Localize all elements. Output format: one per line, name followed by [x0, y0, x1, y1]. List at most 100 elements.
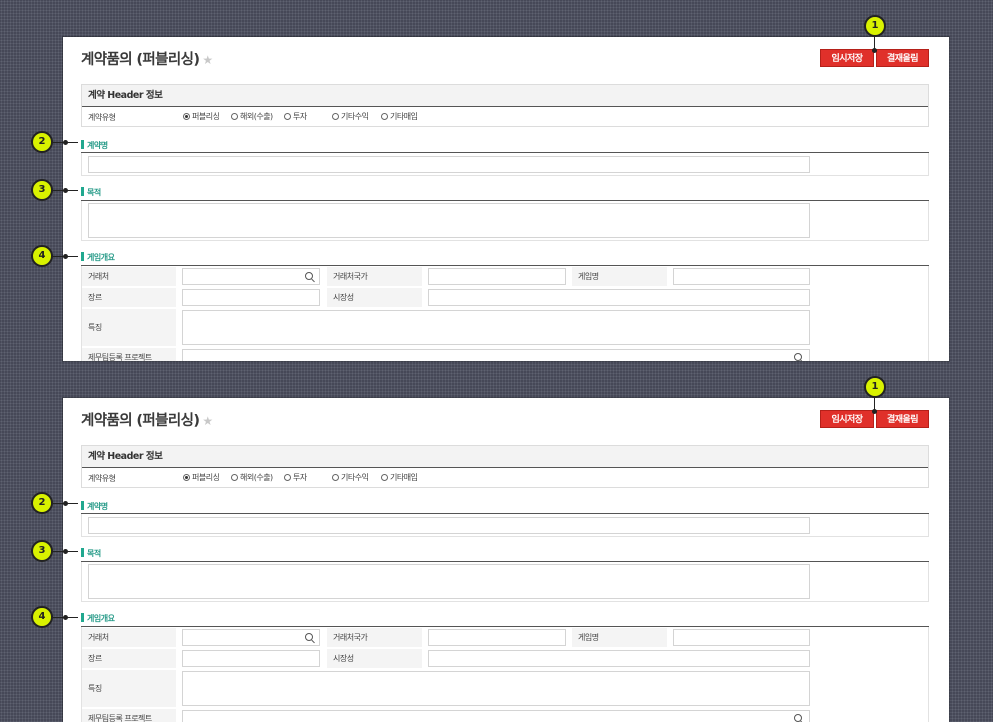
- search-icon[interactable]: [305, 272, 313, 280]
- annotation-badge-3: 3: [31, 179, 53, 201]
- radio-investment[interactable]: 투자: [284, 111, 307, 122]
- annotation-badge-4: 4: [31, 606, 53, 628]
- contract-type-label: 계약유형: [88, 474, 116, 483]
- radio-dot-icon: [231, 113, 238, 120]
- purpose-section-title: 목적: [81, 187, 101, 198]
- marketability-input[interactable]: [428, 650, 810, 667]
- game-name-label: 게임명: [572, 267, 667, 286]
- client-country-label: 거래처국가: [327, 267, 422, 286]
- features-label: 특징: [82, 670, 176, 707]
- client-input[interactable]: [182, 268, 320, 285]
- radio-overseas[interactable]: 해외(수출): [231, 472, 273, 483]
- search-icon[interactable]: [794, 714, 802, 722]
- purpose-section-title: 목적: [81, 548, 101, 559]
- temp-save-button[interactable]: 임시저장: [820, 49, 874, 67]
- contract-form-panel-2: 계약품의 (퍼블리싱) ★ 임시저장 결재올림 계약 Header 정보 계약유형…: [63, 398, 949, 722]
- radio-dot-icon: [381, 113, 388, 120]
- section-bar-icon: [81, 140, 84, 149]
- badge-connector-end: [63, 254, 68, 259]
- badge-connector-end: [63, 549, 68, 554]
- client-input[interactable]: [182, 629, 320, 646]
- search-icon[interactable]: [794, 353, 802, 361]
- radio-overseas[interactable]: 해외(수출): [231, 111, 273, 122]
- contract-name-input[interactable]: [88, 156, 810, 173]
- section-bar-icon: [81, 548, 84, 557]
- contract-form-panel-1: 계약품의 (퍼블리싱) ★ 임시저장 결재올림 계약 Header 정보 계약유형…: [63, 37, 949, 361]
- section-bar-icon: [81, 187, 84, 196]
- contract-name-section-title: 계약명: [81, 501, 108, 512]
- game-overview-section-title: 게임개요: [81, 252, 115, 263]
- features-label: 특징: [82, 309, 176, 346]
- genre-label: 장르: [82, 649, 176, 668]
- radio-other-income[interactable]: 기타수익: [332, 472, 369, 483]
- header-section-title: 계약 Header 정보: [82, 446, 928, 468]
- game-name-input[interactable]: [673, 629, 810, 646]
- radio-dot-icon: [231, 474, 238, 481]
- marketability-label: 시장성: [327, 649, 422, 668]
- annotation-badge-1: 1: [864, 15, 886, 37]
- annotation-badge-1: 1: [864, 376, 886, 398]
- genre-input[interactable]: [182, 650, 320, 667]
- purpose-textarea[interactable]: [88, 203, 810, 238]
- project-label: 제무팀등록 프로젝트: [82, 348, 176, 361]
- annotation-badge-2: 2: [31, 131, 53, 153]
- radio-other-purchase[interactable]: 기타매입: [381, 472, 418, 483]
- section-bar-icon: [81, 613, 84, 622]
- radio-dot-icon: [381, 474, 388, 481]
- radio-dot-icon: [332, 113, 339, 120]
- game-name-label: 게임명: [572, 628, 667, 647]
- annotation-badge-2: 2: [31, 492, 53, 514]
- approve-button[interactable]: 결재올림: [876, 410, 929, 428]
- contract-header-box: 계약 Header 정보 계약유형 퍼블리싱 해외(수출) 투자 기타수익 기타…: [81, 445, 929, 488]
- approve-button[interactable]: 결재올림: [876, 49, 929, 67]
- radio-other-income[interactable]: 기타수익: [332, 111, 369, 122]
- page-title: 계약품의 (퍼블리싱) ★: [81, 413, 213, 429]
- contract-header-box: 계약 Header 정보 계약유형 퍼블리싱 해외(수출) 투자 기타수익 기타…: [81, 84, 929, 127]
- project-label: 제무팀등록 프로젝트: [82, 709, 176, 722]
- purpose-textarea[interactable]: [88, 564, 810, 599]
- section-bar-icon: [81, 252, 84, 261]
- genre-label: 장르: [82, 288, 176, 307]
- annotation-badge-4: 4: [31, 245, 53, 267]
- genre-input[interactable]: [182, 289, 320, 306]
- badge-connector-end: [63, 615, 68, 620]
- radio-publishing[interactable]: 퍼블리싱: [183, 472, 220, 483]
- radio-publishing[interactable]: 퍼블리싱: [183, 111, 220, 122]
- contract-type-label: 계약유형: [88, 113, 116, 122]
- header-section-title: 계약 Header 정보: [82, 85, 928, 107]
- contract-name-input[interactable]: [88, 517, 810, 534]
- client-label: 거래처: [82, 628, 176, 647]
- search-icon[interactable]: [305, 633, 313, 641]
- badge-connector-end: [63, 188, 68, 193]
- client-label: 거래처: [82, 267, 176, 286]
- contract-type-row: 계약유형 퍼블리싱 해외(수출) 투자 기타수익 기타매입: [82, 468, 928, 488]
- annotation-badge-3: 3: [31, 540, 53, 562]
- marketability-label: 시장성: [327, 288, 422, 307]
- client-country-input[interactable]: [428, 268, 566, 285]
- project-input[interactable]: [182, 710, 810, 722]
- features-textarea[interactable]: [182, 310, 810, 345]
- radio-dot-icon: [183, 113, 190, 120]
- radio-dot-icon: [284, 474, 291, 481]
- radio-dot-icon: [284, 113, 291, 120]
- radio-investment[interactable]: 투자: [284, 472, 307, 483]
- badge-connector-end: [872, 48, 877, 53]
- temp-save-button[interactable]: 임시저장: [820, 410, 874, 428]
- game-name-input[interactable]: [673, 268, 810, 285]
- project-input[interactable]: [182, 349, 810, 361]
- client-country-input[interactable]: [428, 629, 566, 646]
- contract-type-row: 계약유형 퍼블리싱 해외(수출) 투자 기타수익 기타매입: [82, 107, 928, 127]
- contract-name-section-title: 계약명: [81, 140, 108, 151]
- radio-other-purchase[interactable]: 기타매입: [381, 111, 418, 122]
- features-textarea[interactable]: [182, 671, 810, 706]
- marketability-input[interactable]: [428, 289, 810, 306]
- favorite-star-icon[interactable]: ★: [202, 53, 213, 67]
- client-country-label: 거래처국가: [327, 628, 422, 647]
- badge-connector-end: [872, 409, 877, 414]
- page-title: 계약품의 (퍼블리싱) ★: [81, 52, 213, 68]
- favorite-star-icon[interactable]: ★: [202, 414, 213, 428]
- badge-connector-end: [63, 140, 68, 145]
- badge-connector-end: [63, 501, 68, 506]
- radio-dot-icon: [332, 474, 339, 481]
- radio-dot-icon: [183, 474, 190, 481]
